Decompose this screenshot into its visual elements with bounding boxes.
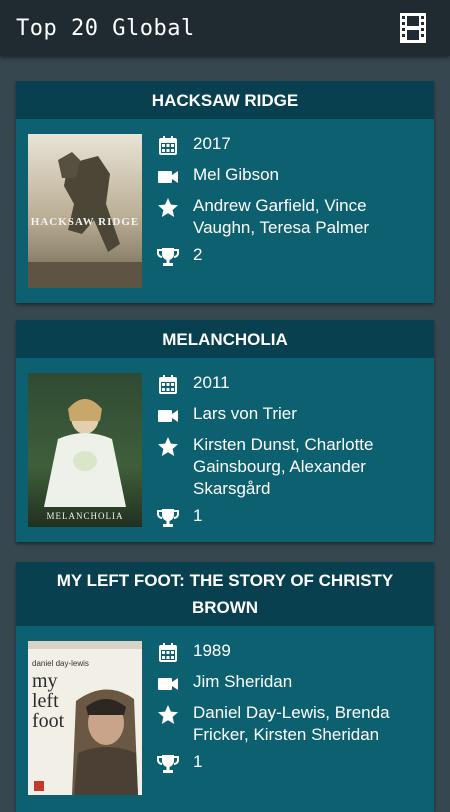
movie-year: 2017 xyxy=(193,134,231,153)
app-bar: Top 20 Global xyxy=(0,0,450,56)
movie-year: 2011 xyxy=(193,373,230,392)
movie-cast: Daniel Day-Lewis, Brenda Fricker, Kirste… xyxy=(193,703,390,744)
app-title: Top 20 Global xyxy=(16,16,195,41)
movie-poster[interactable]: HACKSAW RIDGE xyxy=(28,134,142,288)
movie-awards: 1 xyxy=(193,752,203,771)
movie-card[interactable]: HACKSAW RIDGE HACKSAW RIDGE 2017 Mel Gib… xyxy=(16,81,434,303)
star-icon xyxy=(156,703,180,727)
star-icon xyxy=(156,196,180,220)
movie-poster[interactable]: MELANCHOLIA xyxy=(28,373,142,527)
movie-poster[interactable]: daniel day-lewis my left foot xyxy=(28,641,142,795)
poster-title: HACKSAW RIDGE xyxy=(30,216,140,228)
movie-card[interactable]: MY LEFT FOOT: THE STORY OF CHRISTY BROWN… xyxy=(16,562,434,812)
poster-title: my left foot xyxy=(32,670,65,732)
movie-director: Mel Gibson xyxy=(193,165,279,184)
movie-director: Lars von Trier xyxy=(193,404,297,423)
video-camera-icon xyxy=(156,165,180,189)
calendar-icon xyxy=(156,134,180,158)
movie-card[interactable]: MELANCHOLIA MELANCHOLIA 2011 Lars von Tr… xyxy=(16,320,434,542)
trophy-icon xyxy=(156,752,180,776)
poster-title: MELANCHOLIA xyxy=(46,511,124,521)
video-camera-icon xyxy=(156,404,180,428)
movie-cast: Kirsten Dunst, Charlotte Gainsbourg, Ale… xyxy=(193,435,374,498)
calendar-icon xyxy=(156,373,180,397)
movie-title: MELANCHOLIA xyxy=(16,320,434,358)
video-camera-icon xyxy=(156,672,180,696)
movie-cast: Andrew Garfield, Vince Vaughn, Teresa Pa… xyxy=(193,196,370,237)
calendar-icon xyxy=(156,641,180,665)
movie-title: HACKSAW RIDGE xyxy=(16,81,434,119)
movie-awards: 1 xyxy=(193,506,203,525)
trophy-icon xyxy=(156,506,180,530)
poster-actor: daniel day-lewis xyxy=(32,659,89,668)
movie-title: MY LEFT FOOT: THE STORY OF CHRISTY BROWN xyxy=(16,562,434,626)
movie-year: 1989 xyxy=(193,641,231,660)
movie-director: Jim Sheridan xyxy=(193,672,293,691)
star-icon xyxy=(156,435,180,459)
movie-awards: 2 xyxy=(193,245,203,264)
film-strip-icon[interactable] xyxy=(396,12,430,44)
trophy-icon xyxy=(156,245,180,269)
